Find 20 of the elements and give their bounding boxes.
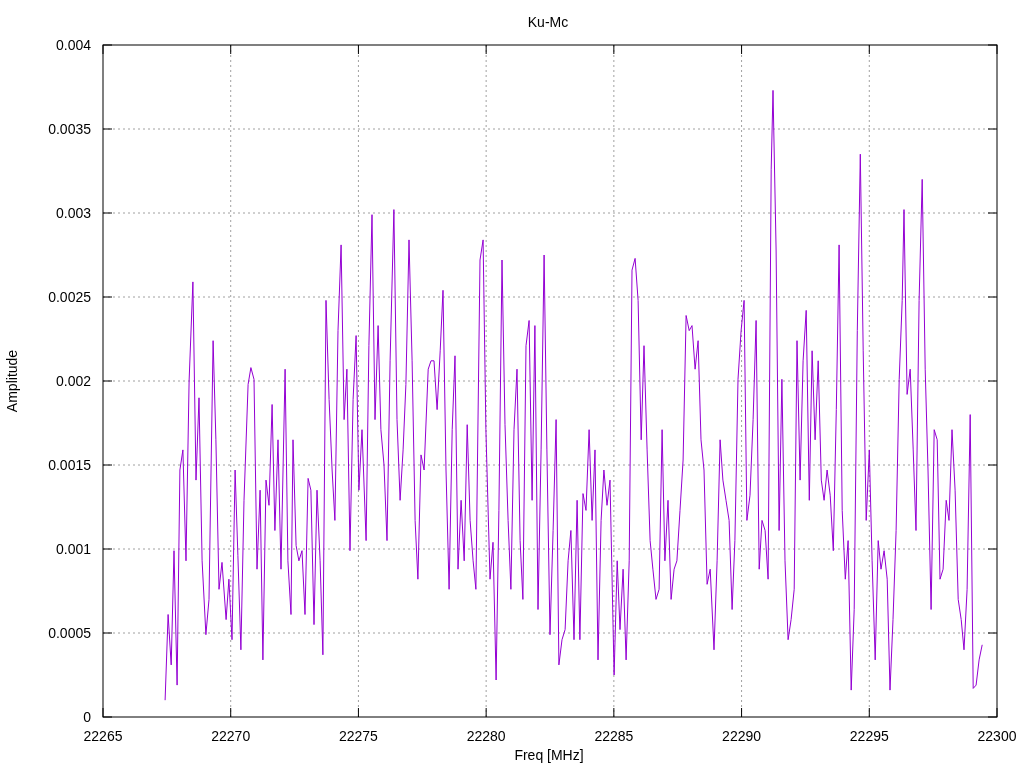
tick-label: 22270 bbox=[211, 728, 251, 744]
tick-label: 22285 bbox=[594, 728, 634, 744]
tick-label: 22275 bbox=[338, 728, 378, 744]
tick-label: 0.0025 bbox=[48, 289, 91, 305]
tick-label: 0.002 bbox=[55, 373, 91, 389]
tick-label: 22280 bbox=[466, 728, 506, 744]
axis-label: Freq [MHz] bbox=[514, 747, 584, 763]
axis-label: Amplitude bbox=[4, 349, 20, 413]
tick-label: 0.003 bbox=[55, 205, 91, 221]
tick-label: 22265 bbox=[83, 728, 123, 744]
tick-label: 22290 bbox=[722, 728, 762, 744]
chart-title: Ku-Mc bbox=[527, 14, 569, 30]
tick-label: 0.0005 bbox=[48, 625, 91, 641]
tick-label: 0 bbox=[83, 709, 91, 725]
tick-label: 0.0015 bbox=[48, 457, 91, 473]
tick-label: 22300 bbox=[977, 728, 1017, 744]
tick-label: 0.0035 bbox=[48, 121, 91, 137]
tick-label: 0.001 bbox=[55, 541, 91, 557]
tick-label: 0.004 bbox=[55, 37, 91, 53]
tick-label: 22295 bbox=[849, 728, 889, 744]
